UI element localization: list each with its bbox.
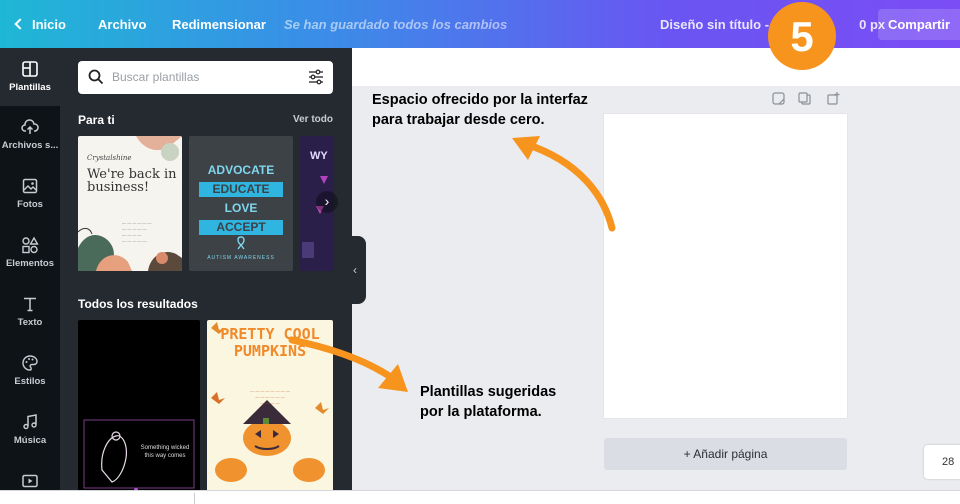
sidebar-item-label: Texto bbox=[17, 317, 43, 328]
annotation-workspace-note: Espacio ofrecido por la interfaz para tr… bbox=[372, 90, 588, 130]
sidebar-item-templates[interactable]: Plantillas bbox=[0, 48, 60, 106]
zoom-control[interactable]: 28 bbox=[924, 445, 960, 479]
save-status: Se han guardado todos los cambios bbox=[284, 17, 508, 32]
design-canvas-page[interactable] bbox=[604, 114, 847, 418]
template-line: ACCEPT bbox=[199, 220, 283, 235]
template-headline: PRETTY COOL PUMPKINS bbox=[220, 325, 320, 360]
template-card-back-in-business[interactable]: Crystalshine We're back in business! — —… bbox=[78, 136, 182, 271]
template-text-stack: ADVOCATE EDUCATE LOVE ACCEPT bbox=[199, 163, 283, 235]
workspace-toolbar bbox=[352, 48, 960, 86]
template-search-input[interactable] bbox=[112, 66, 292, 88]
sidebar-item-label: Plantillas bbox=[9, 82, 51, 93]
annotation-line: para trabajar desde cero. bbox=[372, 112, 545, 128]
sidebar-item-uploads[interactable]: Archivos s... bbox=[0, 106, 60, 164]
note-icon[interactable] bbox=[772, 92, 785, 105]
annotation-templates-note: Plantillas sugeridas por la plataforma. bbox=[420, 382, 556, 422]
sidebar-item-elements[interactable]: Elementos bbox=[0, 224, 60, 282]
template-search-box bbox=[78, 61, 333, 94]
sidebar-item-label: Fotos bbox=[17, 199, 43, 210]
sidebar-item-text[interactable]: Texto bbox=[0, 283, 60, 341]
add-page-button[interactable]: + Añadir página bbox=[604, 438, 847, 470]
template-line: LOVE bbox=[224, 201, 258, 215]
editor-app: Inicio Archivo Redimensionar Se han guar… bbox=[0, 0, 960, 504]
sidebar-rail: Plantillas Archivos s... Fotos Elementos… bbox=[0, 48, 60, 490]
divider bbox=[194, 493, 195, 504]
template-headline: We're back in business! bbox=[87, 167, 177, 195]
template-line: ADVOCATE bbox=[207, 163, 275, 177]
sidebar-item-label: Estilos bbox=[14, 376, 46, 387]
sidebar-item-styles[interactable]: Estilos bbox=[0, 342, 60, 400]
add-page-icon[interactable] bbox=[827, 92, 840, 105]
annotation-line: Plantillas sugeridas bbox=[420, 384, 557, 400]
shapes-icon bbox=[22, 236, 39, 254]
sidebar-item-label: Archivos s... bbox=[1, 140, 59, 151]
arrow-to-workspace bbox=[512, 136, 616, 232]
duplicate-page-icon[interactable] bbox=[798, 92, 811, 105]
carousel-next-button[interactable]: › bbox=[316, 191, 338, 213]
template-card-pretty-cool-pumpkins[interactable]: PRETTY COOL PUMPKINS — — — — — — — — — — … bbox=[207, 320, 333, 490]
home-button[interactable]: Inicio bbox=[14, 0, 66, 48]
template-fine-print: — — — — — — — — — — — — — — — — — — bbox=[250, 388, 290, 405]
layout-icon bbox=[22, 61, 38, 77]
template-card-something-wicked[interactable]: Something wicked this way comes bbox=[78, 320, 200, 490]
ribbon-icon bbox=[237, 236, 245, 250]
sidebar-item-music[interactable]: Música bbox=[0, 401, 60, 459]
resize-button[interactable]: Redimensionar bbox=[172, 0, 266, 48]
annotation-line: por la plataforma. bbox=[420, 404, 542, 420]
template-line: EDUCATE bbox=[199, 182, 283, 197]
page-tools bbox=[772, 92, 840, 105]
step-number-badge: 5 bbox=[768, 2, 836, 70]
sidebar-item-photos[interactable]: Fotos bbox=[0, 165, 60, 223]
annotation-line: Espacio ofrecido por la interfaz bbox=[372, 92, 588, 108]
section-title-for-you: Para ti bbox=[78, 113, 115, 127]
template-script-text: Crystalshine bbox=[87, 154, 132, 162]
filter-sliders-icon[interactable] bbox=[307, 68, 325, 86]
sidebar-item-label: Música bbox=[13, 435, 47, 446]
see-all-link[interactable]: Ver todo bbox=[293, 114, 333, 125]
photo-icon bbox=[22, 178, 38, 194]
file-menu-button[interactable]: Archivo bbox=[98, 0, 146, 48]
template-footer: AUTISM AWARENESS bbox=[207, 255, 275, 261]
search-icon bbox=[88, 69, 104, 85]
template-fine-print: — — — — — — — — — — — — — — — — — — — — bbox=[122, 220, 152, 243]
sidebar-item-label: Elementos bbox=[5, 258, 55, 269]
template-body-text: Something wicked this way comes bbox=[140, 445, 190, 459]
section-title-all-results: Todos los resultados bbox=[78, 297, 198, 311]
palette-icon bbox=[22, 355, 38, 371]
chevron-left-icon bbox=[14, 18, 26, 30]
cloud-upload-icon bbox=[21, 119, 39, 134]
music-note-icon bbox=[23, 414, 37, 430]
template-decoration-frame bbox=[83, 419, 195, 490]
templates-panel: Para ti Ver todo Crystalshine We're back… bbox=[60, 48, 352, 490]
template-card-autism-awareness[interactable]: ADVOCATE EDUCATE LOVE ACCEPT AUTISM AWAR… bbox=[189, 136, 293, 271]
collapse-panel-button[interactable]: ‹ bbox=[344, 236, 366, 304]
video-icon bbox=[22, 474, 38, 488]
share-button[interactable]: Compartir bbox=[878, 9, 960, 40]
text-icon bbox=[24, 297, 36, 312]
home-label: Inicio bbox=[32, 17, 66, 32]
bottom-strip bbox=[0, 490, 960, 504]
